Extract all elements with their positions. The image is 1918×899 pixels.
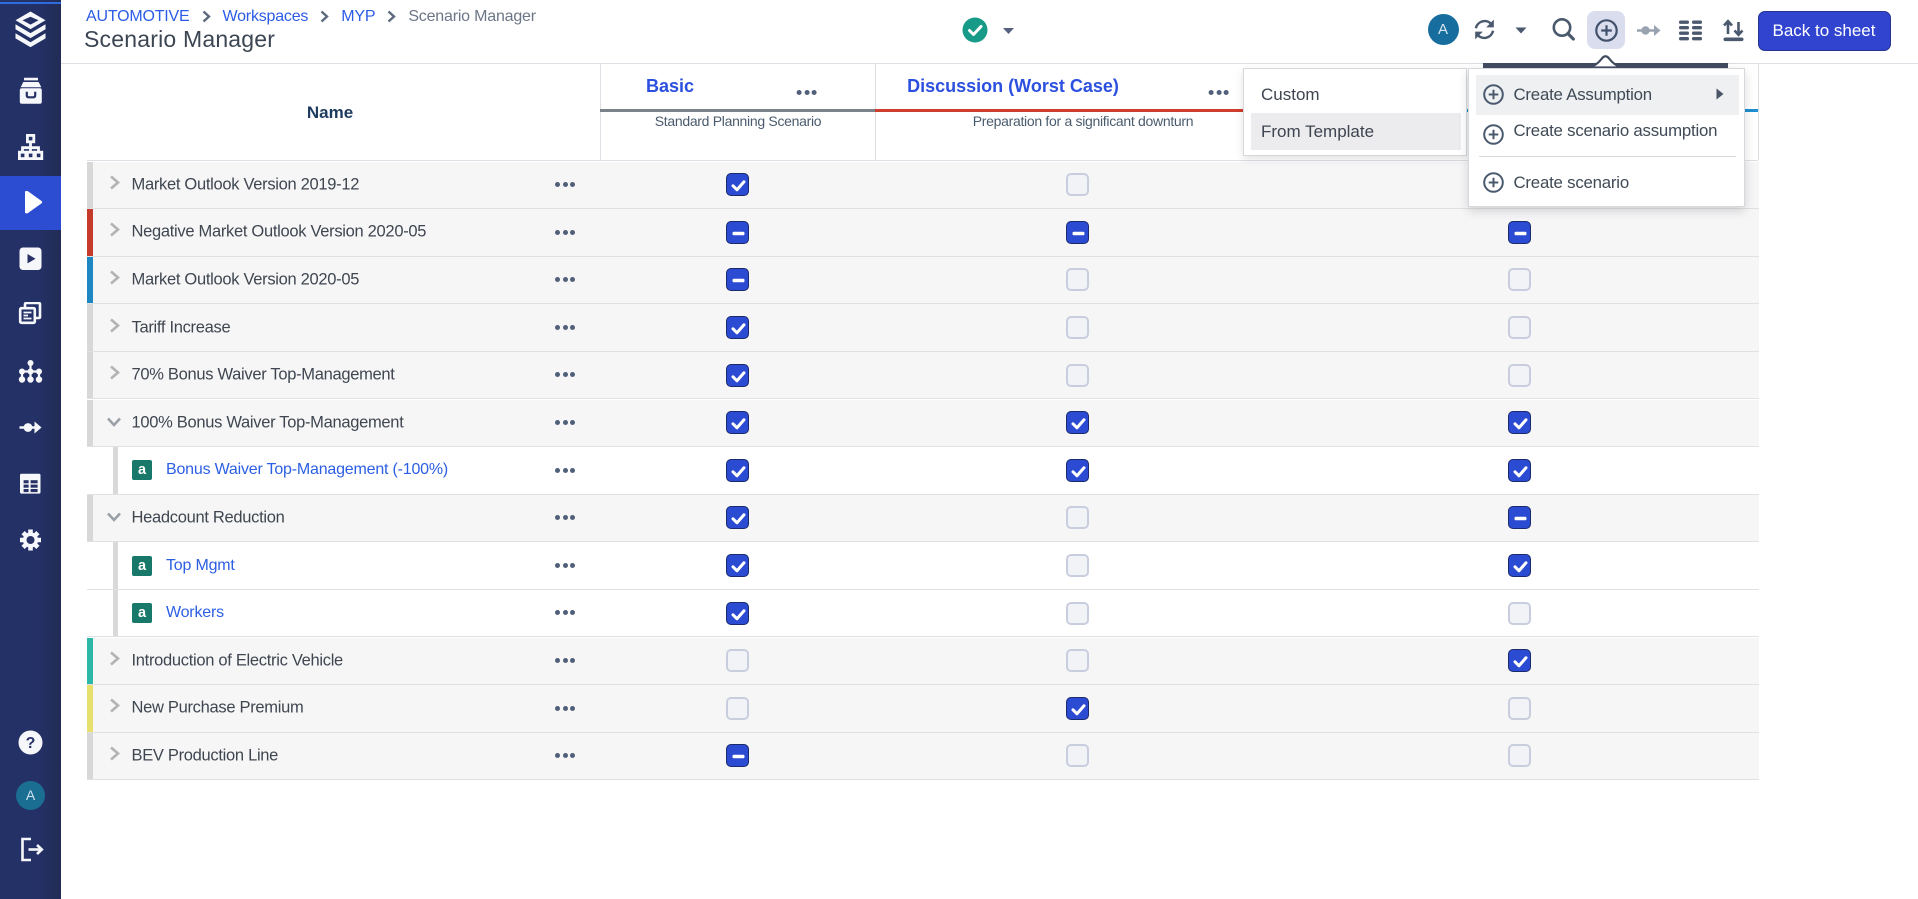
svg-text:?: ? (26, 735, 36, 752)
